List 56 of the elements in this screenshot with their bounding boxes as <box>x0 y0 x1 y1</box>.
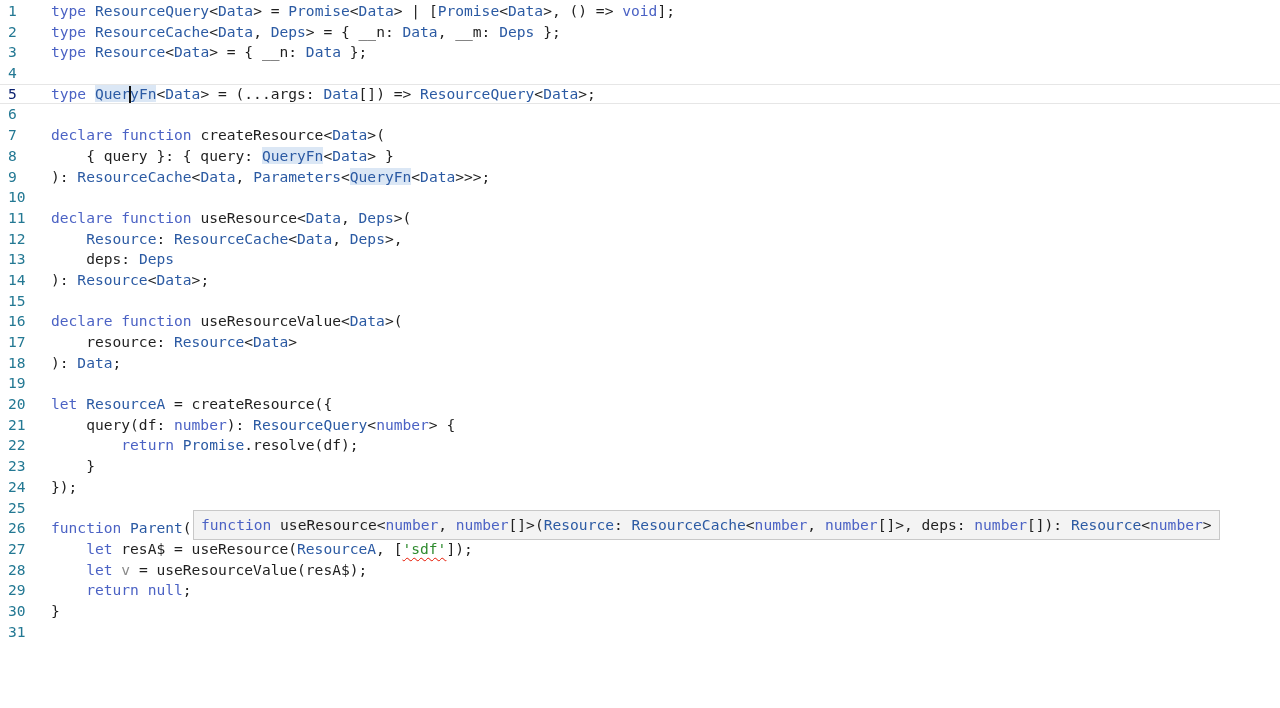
code-line: let v = useResourceValue(resA$); <box>85 559 368 580</box>
line-number: 25 <box>7 497 27 518</box>
line-number: 1 <box>7 1 18 21</box>
line-number: 17 <box>7 332 27 352</box>
line-number: 24 <box>7 476 27 497</box>
line-number: 26 <box>7 518 27 539</box>
hover-tooltip: function useResource<number, number[]>(Resource: ResourceCache<number, number[]>, deps: number[]): Resource<number> <box>193 510 1220 540</box>
line-number: 15 <box>7 290 27 311</box>
line-number: 28 <box>7 559 27 580</box>
line-number: 18 <box>7 352 27 373</box>
line-number: 21 <box>7 414 27 435</box>
line-number: 10 <box>7 187 27 208</box>
code-line: Resource: ResourceCache<Data, Deps>, <box>85 228 403 249</box>
code-line: } <box>85 456 95 477</box>
line-number: 16 <box>7 311 27 332</box>
line-number: 23 <box>7 456 27 477</box>
code-line: { query }: { query: QueryFn<Data> } <box>85 145 394 166</box>
line-number: 22 <box>7 435 27 456</box>
line-number: 2 <box>7 21 18 42</box>
code-line: } <box>51 600 60 621</box>
code-line: ): Resource<Data>; <box>51 269 210 290</box>
code-line: type ResourceQuery<Data> = Promise<Data> | [Promise<Data>, () => void]; <box>51 1 675 22</box>
code-line: declare function createResource<Data>( <box>51 125 385 146</box>
code-line: declare function useResource<Data, Deps>( <box>51 207 412 228</box>
code-line: deps: Deps <box>85 249 175 270</box>
line-number: 14 <box>7 269 27 290</box>
code-line: type ResourceCache<Data, Deps> = { __n: Data, __m: Deps }; <box>51 21 561 43</box>
line-number: 11 <box>7 207 27 228</box>
line-number: 30 <box>7 600 27 621</box>
line-number: 4 <box>7 63 18 84</box>
line-number: 8 <box>7 145 18 166</box>
line-number: 13 <box>7 249 27 270</box>
code-line: type QueryFn<Data> = (...args: Data[]) => ResourceQuery<Data>; <box>51 84 596 104</box>
line-number: 20 <box>7 394 27 415</box>
code-line: }); <box>51 476 78 497</box>
code-line: let ResourceA = createResource({ <box>51 394 333 415</box>
code-line: let resA$ = useResource(ResourceA, ['sdf']); <box>85 538 473 559</box>
line-number: 27 <box>7 538 27 559</box>
code-line: declare function useResourceValue<Data>( <box>51 311 403 332</box>
code-line: ): ResourceCache<Data, Parameters<QueryFn<Data>>>; <box>51 166 491 187</box>
code-line: function Parent( <box>51 518 192 539</box>
line-number: 19 <box>7 373 27 394</box>
line-number: 7 <box>7 125 18 146</box>
code-line: type Resource<Data> = { __n: Data }; <box>51 42 368 63</box>
code-line: resource: Resource<Data> <box>85 332 298 352</box>
code-line: query(df: number): ResourceQuery<number> { <box>85 414 456 435</box>
line-number: 3 <box>7 42 18 63</box>
line-number: 12 <box>7 228 27 249</box>
line-number: 6 <box>7 104 18 125</box>
line-number: 31 <box>7 621 27 642</box>
code-line: return null; <box>85 580 192 601</box>
line-number: 9 <box>7 166 18 187</box>
line-number: 5 <box>7 84 18 104</box>
line-number: 29 <box>7 580 27 601</box>
code-line: return Promise.resolve(df); <box>120 435 359 456</box>
code-line: ): Data; <box>51 352 122 373</box>
